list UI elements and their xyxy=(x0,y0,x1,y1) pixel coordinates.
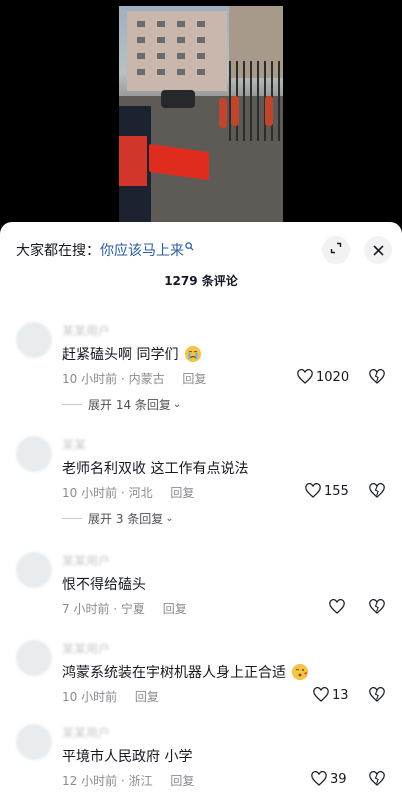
dislike-icon[interactable] xyxy=(368,368,386,386)
reply-button[interactable]: 回复 xyxy=(135,690,159,704)
person-image xyxy=(219,98,227,128)
avatar[interactable] xyxy=(16,640,52,676)
comment-text[interactable]: 鸿蒙系统装在宇树机器人身上正合适 xyxy=(62,662,309,682)
flag-image xyxy=(119,136,147,186)
like-button[interactable]: 13 xyxy=(312,686,349,704)
like-button[interactable]: 1020 xyxy=(296,368,349,386)
search-suggestion[interactable]: 大家都在搜： 你应该马上来 xyxy=(16,240,194,260)
dislike-icon[interactable] xyxy=(368,598,386,616)
comment-text[interactable]: 赶紧磕头啊 同学们 xyxy=(62,344,201,364)
like-count: 39 xyxy=(330,771,347,787)
comment-time: 7 小时前 xyxy=(62,602,110,616)
comment-location: 浙江 xyxy=(128,774,153,788)
comment-location: 内蒙古 xyxy=(128,372,165,386)
expand-replies-label: 展开 3 条回复 xyxy=(88,512,164,526)
comment-text[interactable]: 恨不得给磕头 xyxy=(62,574,146,594)
comment-meta: 10 小时前 回复 xyxy=(62,688,159,705)
close-icon xyxy=(372,241,384,260)
comment-location: 河北 xyxy=(128,486,153,500)
search-link[interactable]: 你应该马上来 xyxy=(100,240,184,260)
heart-icon xyxy=(311,771,327,786)
reply-button[interactable]: 回复 xyxy=(182,372,206,386)
kissing-face-emoji-icon xyxy=(292,664,309,680)
like-count: 155 xyxy=(324,483,349,499)
avatar[interactable] xyxy=(16,724,52,760)
expand-replies-label: 展开 14 条回复 xyxy=(88,398,171,412)
comment-text[interactable]: 平境市人民政府 小学 xyxy=(62,746,192,766)
dislike-icon[interactable] xyxy=(368,686,386,704)
comment-text-body: 赶紧磕头啊 同学们 xyxy=(62,347,179,363)
like-count: 1020 xyxy=(316,369,350,385)
comment-meta: 12 小时前 · 浙江 回复 xyxy=(62,774,195,788)
close-button[interactable] xyxy=(364,236,392,264)
comment-sheet: 大家都在搜： 你应该马上来 1279 条评论 某某用户 赶紧磕头啊 同学们 10… xyxy=(0,222,402,800)
avatar[interactable] xyxy=(16,436,52,472)
username[interactable]: 某某用户 xyxy=(62,724,110,741)
comment-time: 10 小时前 xyxy=(62,372,118,386)
heart-icon xyxy=(313,687,329,702)
comment-location: 宁夏 xyxy=(120,602,145,616)
search-prefix: 大家都在搜： xyxy=(16,243,100,259)
comment-time: 10 小时前 xyxy=(62,486,118,500)
dislike-icon[interactable] xyxy=(368,770,386,788)
comment-text[interactable]: 老师名利双收 这工作有点说法 xyxy=(62,458,248,478)
avatar[interactable] xyxy=(16,552,52,588)
reply-button[interactable]: 回复 xyxy=(163,602,187,616)
expand-icon xyxy=(330,242,342,258)
heart-icon xyxy=(297,369,313,384)
comment-meta: 10 小时前 · 河北 回复 xyxy=(62,486,195,500)
building-image xyxy=(127,11,227,91)
expand-replies-button[interactable]: 展开 3 条回复 ⌄ xyxy=(62,510,174,527)
person-image xyxy=(265,96,273,126)
comment-count: 1279 条评论 xyxy=(164,274,238,288)
chevron-down-icon: ⌄ xyxy=(172,399,182,410)
avatar[interactable] xyxy=(16,322,52,358)
video-frame[interactable] xyxy=(119,6,283,230)
expand-replies-button[interactable]: 展开 14 条回复 ⌄ xyxy=(62,396,181,413)
comment-meta: 10 小时前 · 内蒙古 回复 xyxy=(62,372,207,386)
person-image xyxy=(231,96,239,126)
expand-button[interactable] xyxy=(322,236,350,264)
username[interactable]: 某某用户 xyxy=(62,552,110,569)
comment-time: 12 小时前 xyxy=(62,774,118,788)
comment-time: 10 小时前 xyxy=(62,690,118,704)
like-count: 13 xyxy=(332,687,349,703)
video-player[interactable] xyxy=(0,0,402,230)
crying-face-emoji-icon xyxy=(184,346,201,362)
heart-icon xyxy=(329,599,345,614)
search-icon xyxy=(185,241,194,254)
comment-meta: 7 小时前 · 宁夏 回复 xyxy=(62,602,187,616)
username[interactable]: 某某 xyxy=(62,436,86,453)
like-button[interactable] xyxy=(328,598,348,616)
username[interactable]: 某某用户 xyxy=(62,322,110,339)
heart-icon xyxy=(305,483,321,498)
like-button[interactable]: 155 xyxy=(304,482,349,500)
like-button[interactable]: 39 xyxy=(310,770,347,788)
comment-text-body: 鸿蒙系统装在宇树机器人身上正合适 xyxy=(62,665,286,681)
chevron-down-icon: ⌄ xyxy=(165,513,174,524)
reply-button[interactable]: 回复 xyxy=(170,774,194,788)
dislike-icon[interactable] xyxy=(368,482,386,500)
reply-button[interactable]: 回复 xyxy=(170,486,194,500)
car-image xyxy=(161,90,195,108)
username[interactable]: 某某用户 xyxy=(62,640,110,657)
